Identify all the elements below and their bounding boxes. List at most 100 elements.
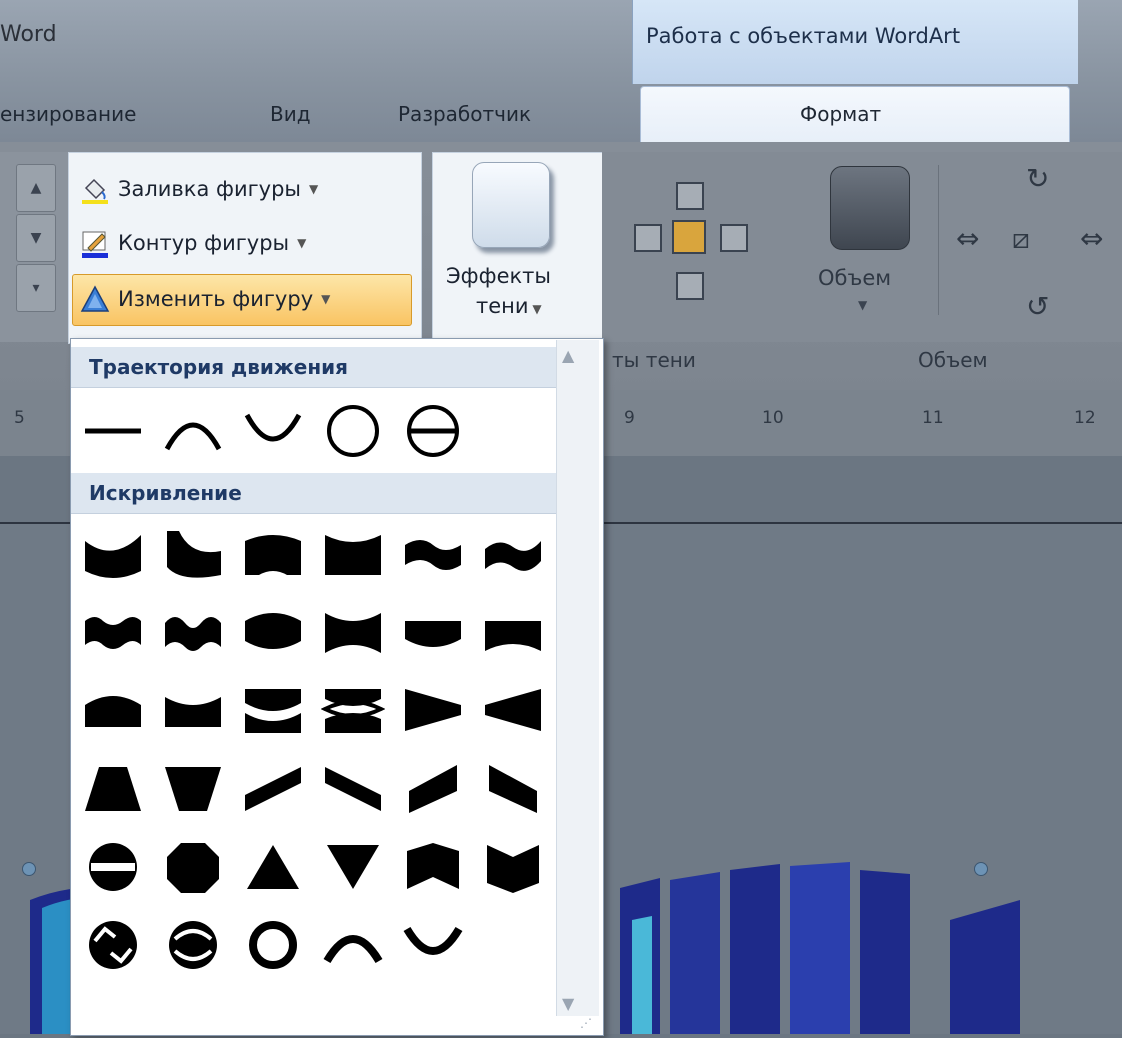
resize-handle[interactable] (22, 862, 36, 876)
chevron-down-icon: ▼ (308, 182, 319, 196)
gallery-more-button[interactable]: ▾ (16, 264, 56, 312)
wordart-context-title: Работа с объектами WordArt (646, 24, 961, 48)
chevron-down-shape-icon[interactable] (321, 527, 385, 579)
section-title-path: Траектория движения (89, 355, 349, 379)
chevron-up-shape-icon[interactable] (241, 527, 305, 579)
nudge-shadow-left-icon[interactable] (634, 224, 662, 252)
volume-icon[interactable] (830, 166, 910, 250)
ruler-tick-10: 10 (762, 408, 784, 428)
nudge-shadow-down-icon[interactable] (676, 272, 704, 300)
section-title-warp: Искривление (89, 481, 242, 505)
slant-down-shape-icon[interactable] (321, 761, 385, 813)
shape-fill-label: Заливка фигуры (118, 177, 301, 201)
arch-up-pour-shape-icon[interactable] (401, 839, 465, 891)
resize-grip-icon[interactable]: ⋰ (580, 1016, 592, 1030)
rotate-up-icon[interactable]: ↻ (1026, 162, 1049, 195)
deflate-inflate-deflate-shape-icon[interactable] (320, 683, 386, 735)
rotate-down-icon[interactable]: ↺ (1026, 290, 1049, 323)
change-shape-icon (80, 284, 110, 314)
triangle-shape-icon[interactable] (241, 839, 305, 891)
ruler-tick-12: 12 (1074, 408, 1096, 428)
change-shape-label: Изменить фигуру (118, 287, 314, 311)
shadow-effects-icon[interactable] (472, 162, 550, 248)
paint-bucket-icon (80, 174, 110, 204)
volume-toggle-icon[interactable]: ⧄ (1012, 222, 1030, 256)
wordart-styles-scroll: ▲ ▼ ▾ (0, 152, 69, 342)
change-shape-content[interactable]: Изменить фигуру ▼ (80, 274, 330, 324)
cascade-down-shape-icon[interactable] (481, 761, 545, 813)
scroll-up-arrow-icon[interactable]: ▲ (562, 346, 574, 365)
double-wave1-shape-icon[interactable] (81, 605, 145, 657)
volume-group-label: Объем (918, 348, 988, 372)
button-pour-2-shape-icon[interactable] (161, 917, 225, 969)
scroll-down-arrow-icon[interactable]: ▼ (562, 994, 574, 1013)
section-header-path: Траектория движения (71, 347, 557, 388)
shape-outline-button[interactable]: Контур фигуры ▼ (80, 218, 306, 268)
chevron-down-icon: ▼ (321, 292, 331, 306)
fade-right-shape-icon[interactable] (401, 683, 465, 735)
app-title: Word (0, 22, 57, 47)
chevron-down-icon: ▼ (297, 236, 307, 250)
shape-fill-button[interactable]: Заливка фигуры ▼ (80, 164, 318, 214)
tilt-right-icon[interactable]: ⇔ (1080, 222, 1103, 255)
button-pour-shape-icon[interactable] (81, 917, 145, 969)
nudge-shadow-controls (612, 160, 782, 330)
double-wave2-shape-icon[interactable] (161, 605, 225, 657)
gallery-scrollbar[interactable] (556, 340, 599, 1016)
ruler-tick-11: 11 (922, 408, 944, 428)
cascade-up-shape-icon[interactable] (401, 761, 465, 813)
shadow-effects-label-line2[interactable]: тени ▼ (476, 294, 542, 318)
shadow-group-label: ты тени (612, 348, 696, 372)
tab-developer[interactable]: Разработчик (398, 102, 531, 126)
triangle-down-shape-icon[interactable] (161, 527, 225, 579)
warp-shapes-grid (81, 527, 561, 1007)
path-shapes-row (81, 401, 561, 465)
gallery-scroll-up-button[interactable]: ▲ (16, 164, 56, 212)
fade-up-shape-icon[interactable] (81, 761, 145, 813)
section-header-warp: Искривление (71, 473, 557, 514)
volume-button-label[interactable]: Объем (818, 266, 891, 290)
fade-down-shape-icon[interactable] (161, 761, 225, 813)
arch-up-shape-icon[interactable] (161, 401, 225, 461)
straight-line-shape-icon[interactable] (81, 401, 145, 461)
slant-up-shape-icon[interactable] (241, 761, 305, 813)
ring-shape-icon[interactable] (241, 917, 305, 969)
octagon-shape-icon[interactable] (161, 839, 225, 893)
inflate-shape-icon[interactable] (241, 605, 305, 657)
inflate-bottom-shape-icon[interactable] (401, 605, 465, 657)
inverted-triangle-shape-icon[interactable] (321, 839, 385, 891)
tab-view[interactable]: Вид (270, 102, 311, 126)
arch-up-curve-shape-icon[interactable] (321, 917, 385, 969)
chevron-down-icon: ▼ (528, 302, 542, 316)
inflate-top-shape-icon[interactable] (81, 683, 145, 735)
shadow-effects-label-line1[interactable]: Эффекты (446, 264, 551, 288)
arch-down-shape-icon[interactable] (241, 401, 305, 461)
tilt-left-icon[interactable]: ⇔ (956, 222, 979, 255)
ruler-tick-9: 9 (624, 408, 635, 428)
fade-left-shape-icon[interactable] (481, 683, 545, 735)
circle-pour-shape-icon[interactable] (81, 839, 145, 891)
change-shape-gallery: Траектория движения Искривление (70, 338, 604, 1036)
group-divider (938, 165, 939, 315)
shadow-on-off-icon[interactable] (672, 220, 706, 254)
tab-format-label[interactable]: Формат (800, 102, 881, 126)
tab-review[interactable]: ензирование (0, 102, 136, 126)
circle-shape-icon[interactable] (321, 401, 385, 461)
resize-handle[interactable] (974, 862, 988, 876)
gallery-scroll-down-button[interactable]: ▼ (16, 214, 56, 262)
shape-outline-label: Контур фигуры (118, 231, 290, 255)
deflate-inflate-shape-icon[interactable] (241, 683, 305, 735)
nudge-shadow-right-icon[interactable] (720, 224, 748, 252)
triangle-up-shape-icon[interactable] (81, 527, 145, 579)
deflate-shape-icon[interactable] (321, 605, 385, 657)
deflate-bottom-shape-icon[interactable] (481, 605, 545, 657)
wave1-shape-icon[interactable] (401, 527, 465, 579)
shadow-effects-label-text: тени (476, 294, 529, 318)
arch-down-curve-shape-icon[interactable] (401, 917, 465, 969)
deflate-top-shape-icon[interactable] (161, 683, 225, 735)
pencil-icon (80, 228, 110, 258)
arch-down-pour-shape-icon[interactable] (481, 839, 545, 893)
nudge-shadow-up-icon[interactable] (676, 182, 704, 210)
button-shape-icon[interactable] (401, 401, 465, 461)
wave2-shape-icon[interactable] (481, 527, 545, 579)
